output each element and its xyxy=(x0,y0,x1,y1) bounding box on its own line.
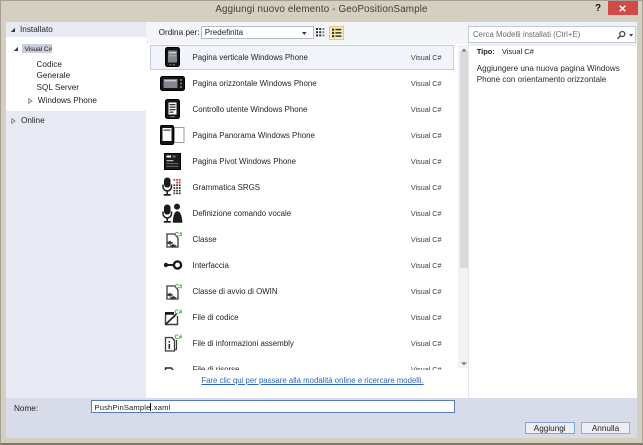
svg-text:C#: C# xyxy=(175,232,182,238)
svg-text:C#: C# xyxy=(175,310,183,316)
svg-text:C#: C# xyxy=(175,284,182,290)
svg-text:C#: C# xyxy=(175,335,183,341)
